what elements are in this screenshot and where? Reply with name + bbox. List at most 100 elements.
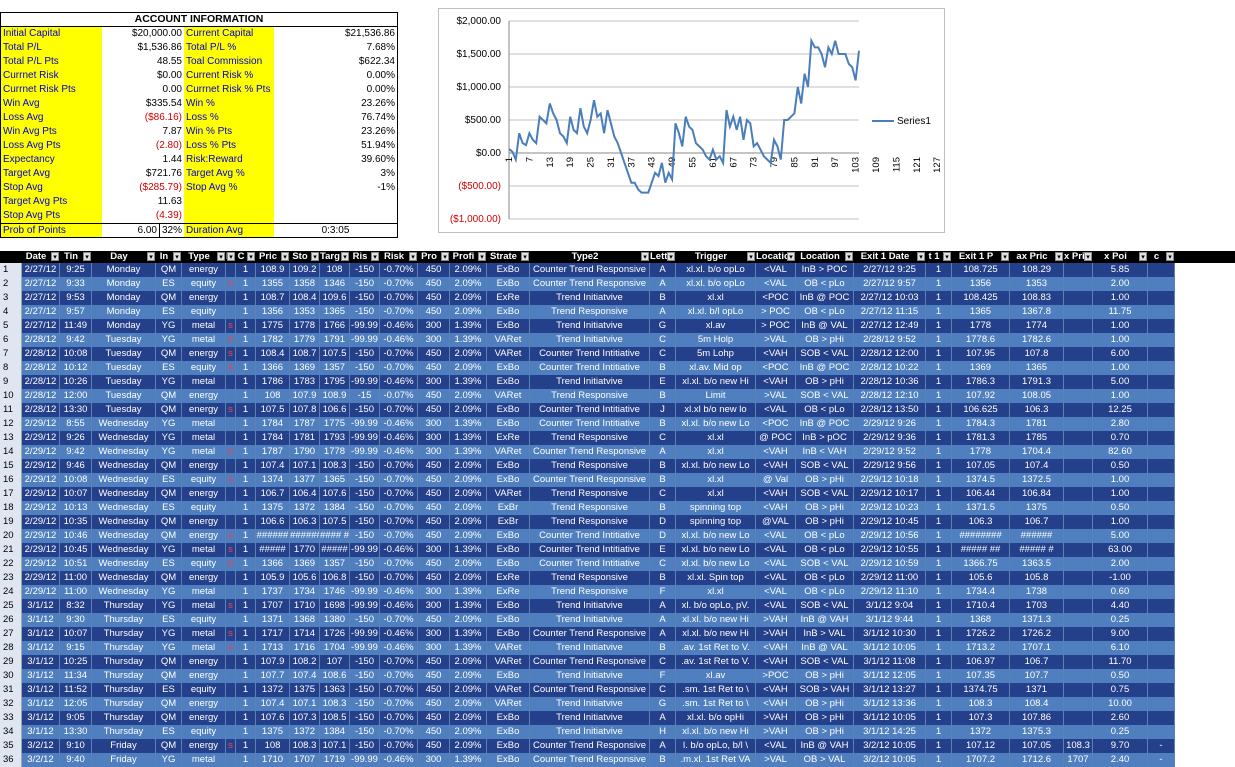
account-label[interactable]: Toal Commission xyxy=(184,55,274,69)
table-cell[interactable]: QM xyxy=(156,739,182,753)
table-cell[interactable]: s xyxy=(226,445,236,459)
table-cell[interactable]: Trend Initiatvive xyxy=(530,333,650,347)
table-cell[interactable]: 1784 xyxy=(256,431,290,445)
table-cell[interactable]: 1363 xyxy=(320,683,350,697)
table-cell[interactable] xyxy=(1064,613,1093,627)
row-number[interactable]: 24 xyxy=(0,585,22,599)
table-cell[interactable]: 3/1/12 xyxy=(22,669,60,683)
table-cell[interactable]: 1358 xyxy=(290,277,320,291)
table-cell[interactable]: 108.2 xyxy=(290,655,320,669)
column-header-filter[interactable]: x Poi xyxy=(1093,251,1148,263)
table-cell[interactable] xyxy=(1064,697,1093,711)
table-cell[interactable]: -0.70% xyxy=(380,291,418,305)
table-cell[interactable]: 3/1/12 13:36 xyxy=(854,697,926,711)
account-value[interactable]: 0.00 xyxy=(102,83,184,97)
column-header-filter[interactable]: Exit 1 P xyxy=(952,251,1010,263)
table-cell[interactable]: 13:30 xyxy=(60,725,92,739)
table-cell[interactable]: 106.625 xyxy=(952,403,1010,417)
column-header-filter[interactable]: Pric xyxy=(256,251,290,263)
table-cell[interactable]: Counter Trend Responsive xyxy=(530,263,650,277)
account-value[interactable]: -1% xyxy=(274,181,397,195)
table-cell[interactable]: <POC xyxy=(756,417,796,431)
table-cell[interactable]: InB @ VAH xyxy=(796,613,854,627)
table-cell[interactable]: -150 xyxy=(350,557,380,571)
table-cell[interactable]: 108.425 xyxy=(952,291,1010,305)
table-cell[interactable]: 1 xyxy=(926,403,952,417)
table-cell[interactable]: 1726.2 xyxy=(952,627,1010,641)
table-row[interactable]: 19 2/29/12 10:35 Wednesday QM energy 1 106.6 106… xyxy=(0,515,1235,529)
table-cell[interactable]: 3/1/12 xyxy=(22,683,60,697)
table-cell[interactable]: A xyxy=(650,277,676,291)
table-cell[interactable]: 2.09% xyxy=(450,739,487,753)
table-cell[interactable]: - xyxy=(1148,739,1175,753)
table-cell[interactable] xyxy=(1148,417,1175,431)
table-cell[interactable]: 1 xyxy=(926,571,952,585)
table-cell[interactable]: ##### xyxy=(256,543,290,557)
table-cell[interactable]: 8:32 xyxy=(60,599,92,613)
table-cell[interactable]: -150 xyxy=(350,571,380,585)
table-cell[interactable]: 2.09% xyxy=(450,459,487,473)
table-cell[interactable]: 1734 xyxy=(290,585,320,599)
table-cell[interactable]: Counter Trend Responsive xyxy=(530,627,650,641)
table-row[interactable]: 9 2/28/12 10:26 Tuesday YG metal 1 1786 1783 1795… xyxy=(0,375,1235,389)
table-cell[interactable]: 2/27/12 12:49 xyxy=(854,319,926,333)
table-cell[interactable]: VARet xyxy=(487,655,530,669)
table-cell[interactable]: 1714 xyxy=(290,627,320,641)
table-cell[interactable]: 1375 xyxy=(1010,501,1064,515)
table-cell[interactable]: 1778.6 xyxy=(952,333,1010,347)
table-cell[interactable]: -150 xyxy=(350,739,380,753)
table-cell[interactable]: 1.39% xyxy=(450,641,487,655)
table-cell[interactable]: 108.3 xyxy=(1064,739,1093,753)
row-number[interactable]: 4 xyxy=(0,305,22,319)
table-cell[interactable]: QM xyxy=(156,697,182,711)
table-cell[interactable]: 9:10 xyxy=(60,739,92,753)
row-number[interactable]: 18 xyxy=(0,501,22,515)
table-cell[interactable] xyxy=(1064,361,1093,375)
column-header-filter[interactable]: Pro xyxy=(418,251,450,263)
table-cell[interactable]: VARet xyxy=(487,389,530,403)
row-number[interactable]: 34 xyxy=(0,725,22,739)
table-cell[interactable]: -0.46% xyxy=(380,543,418,557)
table-cell[interactable]: 1 xyxy=(926,389,952,403)
table-cell[interactable]: 1 xyxy=(926,347,952,361)
table-cell[interactable]: 1 xyxy=(236,277,256,291)
table-cell[interactable]: 1 xyxy=(926,697,952,711)
table-cell[interactable] xyxy=(226,375,236,389)
table-cell[interactable]: 2.00 xyxy=(1093,277,1148,291)
column-header-filter[interactable]: Day xyxy=(92,251,156,263)
table-cell[interactable]: 1746 xyxy=(320,585,350,599)
table-cell[interactable]: VARet xyxy=(487,683,530,697)
column-header-filter[interactable]: Strate xyxy=(487,251,530,263)
table-row[interactable]: 28 3/1/12 9:15 Thursday YG metal s 1 1713 1716 170… xyxy=(0,641,1235,655)
table-cell[interactable]: 108.7 xyxy=(290,347,320,361)
table-row[interactable]: 20 2/29/12 10:46 Wednesday QM energy s 1 ###### #… xyxy=(0,529,1235,543)
table-cell[interactable]: 2.00 xyxy=(1093,557,1148,571)
table-row[interactable]: 11 2/28/12 13:30 Tuesday QM energy s 1 107.5 107.… xyxy=(0,403,1235,417)
account-value[interactable]: ($86.16) xyxy=(102,111,184,125)
table-cell[interactable]: ExBo xyxy=(487,263,530,277)
table-cell[interactable]: 450 xyxy=(418,725,450,739)
table-cell[interactable]: 1 xyxy=(926,263,952,277)
table-cell[interactable] xyxy=(226,711,236,725)
table-cell[interactable]: 2/29/12 xyxy=(22,557,60,571)
table-cell[interactable] xyxy=(1148,445,1175,459)
table-cell[interactable]: -0.46% xyxy=(380,627,418,641)
table-cell[interactable]: -0.70% xyxy=(380,613,418,627)
table-cell[interactable]: B xyxy=(650,753,676,767)
table-cell[interactable]: xl.xl. b/o new Lo xyxy=(676,557,756,571)
table-cell[interactable]: ExBo xyxy=(487,627,530,641)
table-cell[interactable] xyxy=(1148,557,1175,571)
table-cell[interactable]: equity xyxy=(182,305,226,319)
table-cell[interactable]: -150 xyxy=(350,305,380,319)
table-cell[interactable]: 11:00 xyxy=(60,585,92,599)
table-row[interactable]: 32 3/1/12 12:05 Thursday QM energy 1 107.4 107.1… xyxy=(0,697,1235,711)
table-cell[interactable]: C xyxy=(650,655,676,669)
table-cell[interactable]: 1781 xyxy=(1010,417,1064,431)
table-cell[interactable]: 2/28/12 12:00 xyxy=(854,347,926,361)
table-cell[interactable]: -0.46% xyxy=(380,417,418,431)
table-cell[interactable]: 107.4 xyxy=(1010,459,1064,473)
table-cell[interactable]: 107.1 xyxy=(290,459,320,473)
account-label[interactable]: Stop Avg Pts xyxy=(1,209,102,223)
table-cell[interactable]: 1 xyxy=(926,431,952,445)
table-cell[interactable]: 107.8 xyxy=(290,403,320,417)
